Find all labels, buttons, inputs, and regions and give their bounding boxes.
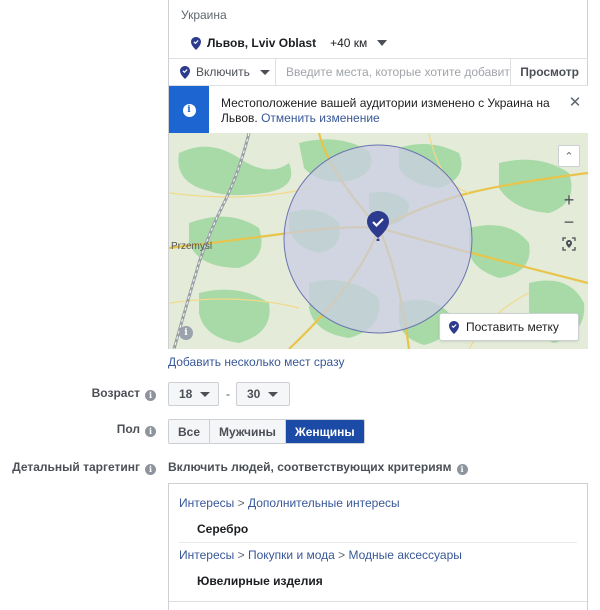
targeting-item[interactable]: Серебро [197, 522, 248, 536]
gender-option-men[interactable]: Мужчины [210, 420, 286, 443]
notice-message: Местоположение вашей аудитории изменено … [221, 96, 561, 126]
detailed-targeting-label: Детальный таргетинг [12, 460, 140, 474]
location-pin-icon [449, 320, 459, 334]
breadcrumb-link[interactable]: Дополнительные интересы [248, 496, 400, 510]
include-dropdown[interactable]: Включить [169, 59, 276, 85]
gender-option-women[interactable]: Женщины [285, 420, 364, 443]
divider [169, 601, 587, 602]
gender-field-label: Пол i [117, 422, 156, 437]
map-info-icon[interactable]: i [179, 326, 193, 340]
locate-icon [562, 237, 576, 251]
targeting-item[interactable]: Ювелирные изделия [197, 574, 323, 588]
radius-value[interactable]: +40 км [330, 36, 367, 50]
breadcrumb-separator: > [237, 548, 245, 562]
location-change-notice: i Местоположение вашей аудитории изменен… [169, 85, 588, 134]
age-separator: - [226, 387, 230, 401]
breadcrumb-link[interactable]: Интересы [179, 548, 234, 562]
browse-button[interactable]: Просмотр [510, 59, 588, 85]
breadcrumb-separator: > [237, 496, 245, 510]
chevron-down-icon [259, 69, 270, 75]
chevron-down-icon [200, 391, 211, 397]
breadcrumb-link[interactable]: Модные аксессуары [349, 548, 462, 562]
age-min-value: 18 [179, 387, 193, 401]
location-map[interactable]: Przemyśl ⌃ + − i Поставить метку [169, 133, 588, 349]
help-icon[interactable]: i [145, 464, 156, 475]
map-zoom-controls: + − [558, 189, 580, 255]
drop-pin-button[interactable]: Поставить метку [439, 313, 579, 341]
age-min-select[interactable]: 18 [168, 382, 219, 406]
age-max-select[interactable]: 30 [236, 382, 290, 406]
location-pin-icon [180, 65, 190, 79]
drop-pin-label: Поставить метку [466, 320, 559, 334]
age-max-value: 30 [247, 387, 261, 401]
help-icon[interactable]: i [145, 390, 156, 401]
collapse-map-button[interactable]: ⌃ [558, 145, 580, 167]
location-pin-icon [191, 36, 201, 50]
close-icon[interactable]: ✕ [568, 95, 582, 110]
detailed-targeting-field-label: Детальный таргетинг i [12, 460, 156, 475]
location-search-row: Включить Просмотр [169, 58, 588, 85]
undo-change-link[interactable]: Отменить изменение [261, 111, 380, 125]
zoom-in-button[interactable]: + [558, 189, 580, 211]
chevron-down-icon [268, 391, 279, 397]
help-icon[interactable]: i [145, 426, 156, 437]
help-icon[interactable]: i [456, 464, 468, 475]
targeting-breadcrumb: Интересы > Покупки и мода > Модные аксес… [179, 548, 462, 562]
add-multiple-locations-link[interactable]: Добавить несколько мест сразу [168, 355, 344, 369]
targeting-list: Интересы > Дополнительные интересы Сереб… [168, 483, 588, 610]
location-name: Львов, Lviv Oblast [207, 36, 317, 50]
include-label: Включить [196, 65, 250, 79]
breadcrumb-link[interactable]: Покупки и мода [248, 548, 335, 562]
divider [179, 542, 577, 543]
targeting-description: Включить людей, соответствующих критерия… [168, 460, 468, 475]
breadcrumb-link[interactable]: Интересы [179, 496, 234, 510]
country-label: Украина [181, 8, 227, 22]
breadcrumb-separator: > [338, 548, 346, 562]
location-panel: Украина Львов, Lviv Oblast +40 км Включи… [168, 0, 588, 349]
map-city-label: Przemyśl [171, 241, 213, 252]
age-field-label: Возраст i [92, 386, 156, 401]
gender-label: Пол [116, 422, 140, 436]
zoom-out-button[interactable]: − [558, 211, 580, 233]
locate-me-button[interactable] [558, 233, 580, 255]
info-icon: i [182, 103, 196, 117]
gender-selector: Все Мужчины Женщины [168, 419, 365, 444]
selected-location: Львов, Lviv Oblast +40 км [191, 34, 388, 52]
targeting-breadcrumb: Интересы > Дополнительные интересы [179, 496, 400, 510]
age-label: Возраст [91, 386, 140, 400]
targeting-description-text: Включить людей, соответствующих критерия… [168, 460, 452, 474]
notice-accent: i [169, 86, 209, 134]
map-pin-icon[interactable] [367, 211, 389, 241]
gender-option-all[interactable]: Все [169, 420, 211, 443]
location-search-input[interactable] [276, 59, 511, 85]
radius-dropdown-icon[interactable] [377, 40, 388, 46]
